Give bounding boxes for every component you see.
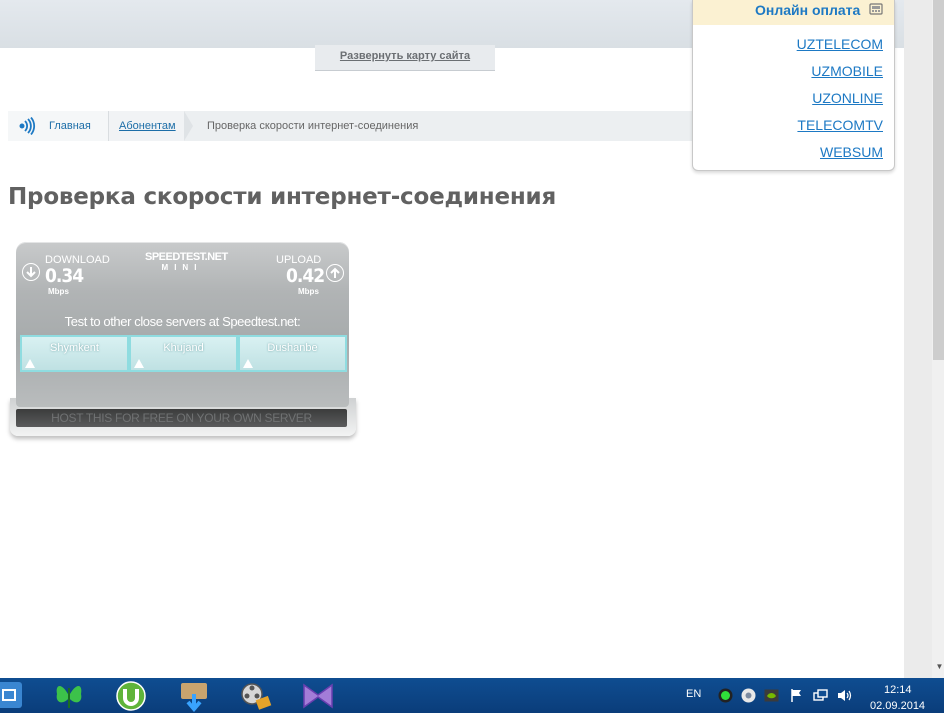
green-status-tray-icon[interactable] (718, 688, 733, 703)
triangle-up-icon (243, 359, 253, 368)
payment-link-uztelecom[interactable]: UZTELECOM (797, 36, 883, 52)
online-payment-title[interactable]: Онлайн оплата (755, 2, 860, 18)
disc-tray-icon[interactable] (741, 688, 756, 703)
download-arrow-icon (22, 263, 40, 281)
server-button-dushanbe[interactable]: Dushanbe (238, 335, 347, 372)
server-label: Shymkent (50, 342, 99, 354)
online-payment-panel: Онлайн оплата UZTELECOM UZMOBILE UZONLIN… (692, 0, 895, 171)
payment-terminal-icon (869, 3, 883, 15)
scroll-down-arrow-icon[interactable]: ▼ (935, 660, 944, 674)
nvidia-tray-icon[interactable] (764, 688, 779, 703)
payment-link-telecomtv[interactable]: TELECOMTV (797, 117, 883, 133)
sitemap-toggle-button[interactable]: Развернуть карту сайта (315, 45, 495, 71)
breadcrumb-home-label[interactable]: Главная (49, 120, 91, 132)
taskbar: EN 12:14 02.09.2014 (0, 678, 944, 713)
upload-arrow-icon (326, 264, 344, 282)
server-label: Khujand (163, 342, 204, 354)
server-button-shymkent[interactable]: Shymkent (20, 335, 129, 372)
breadcrumb-separator (184, 111, 193, 141)
scrollbar-thumb[interactable] (933, 0, 944, 360)
start-button[interactable] (0, 682, 22, 708)
film-reel-icon[interactable] (239, 680, 273, 712)
butterfly-app-icon[interactable] (52, 680, 86, 712)
speedtest-logo: SPEEDTEST.NET (145, 251, 228, 263)
action-center-flag-icon[interactable] (789, 688, 804, 703)
triangle-up-icon (25, 359, 35, 368)
payment-link-websum[interactable]: WEBSUM (820, 144, 883, 160)
clock-time[interactable]: 12:14 (884, 684, 912, 696)
signal-waves-icon (19, 117, 35, 135)
upload-value: 0.42 (286, 265, 325, 287)
breadcrumb-home[interactable]: Главная (8, 111, 109, 141)
windows-logo-icon (2, 689, 16, 701)
network-tray-icon[interactable] (813, 688, 828, 703)
payment-link-uzmobile[interactable]: UZMOBILE (811, 63, 883, 79)
scrollbar-track (904, 0, 932, 678)
volume-icon[interactable] (837, 688, 852, 703)
utorrent-icon[interactable] (114, 680, 148, 712)
triangle-up-icon (134, 359, 144, 368)
payment-link-uzonline[interactable]: UZONLINE (812, 90, 883, 106)
server-label: Dushanbe (267, 342, 318, 354)
breadcrumb-section-link[interactable]: Абонентам (119, 120, 176, 132)
server-button-khujand[interactable]: Khujand (129, 335, 238, 372)
download-manager-icon[interactable] (177, 680, 211, 712)
download-value: 0.34 (45, 265, 84, 287)
clock-date[interactable]: 02.09.2014 (870, 700, 925, 712)
online-payment-header[interactable]: Онлайн оплата (693, 0, 894, 25)
speedtest-logo-sub: MINI (161, 263, 203, 272)
page-title: Проверка скорости интернет-соединения (8, 184, 557, 210)
language-indicator[interactable]: EN (686, 688, 701, 700)
visual-studio-icon[interactable] (301, 680, 335, 712)
breadcrumb-current: Проверка скорости интернет-соединения (207, 120, 419, 132)
host-for-free-banner[interactable]: HOST THIS FOR FREE ON YOUR OWN SERVER (16, 409, 347, 427)
upload-unit: Mbps (298, 287, 319, 296)
download-unit: Mbps (48, 287, 69, 296)
speedtest-servers-prompt: Test to other close servers at Speedtest… (64, 314, 301, 329)
